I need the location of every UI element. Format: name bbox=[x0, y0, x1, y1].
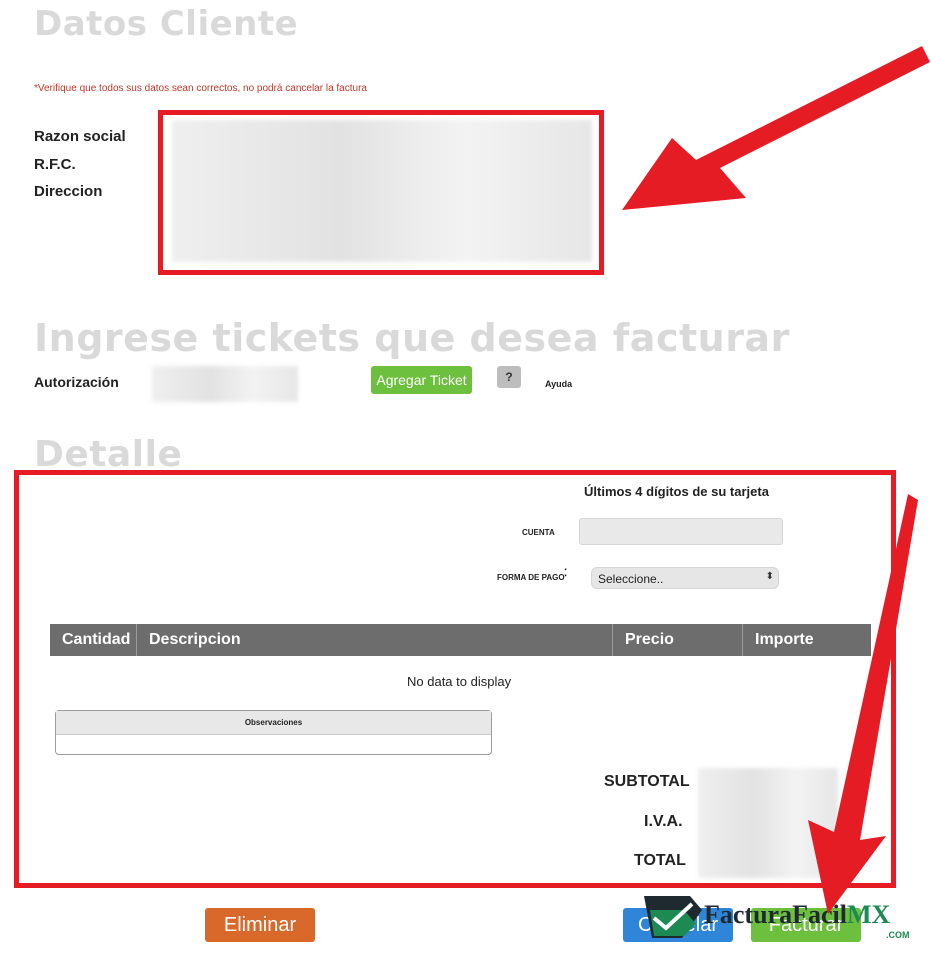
eliminar-button[interactable]: Eliminar bbox=[205, 908, 315, 942]
detalle-title: Detalle bbox=[34, 434, 183, 475]
client-data-highlight bbox=[158, 110, 604, 275]
datos-cliente-title: Datos Cliente bbox=[34, 4, 299, 44]
razon-social-label: Razon social bbox=[34, 128, 126, 145]
ayuda-label: Ayuda bbox=[545, 379, 573, 389]
brand-logo-icon bbox=[644, 896, 702, 938]
help-button[interactable]: ? bbox=[497, 366, 521, 388]
autorizacion-label: Autorización bbox=[34, 374, 119, 390]
tickets-title: Ingrese tickets que desea facturar bbox=[34, 316, 790, 360]
direccion-label: Direccion bbox=[34, 183, 103, 200]
rfc-label: R.F.C. bbox=[34, 156, 76, 173]
autorizacion-input[interactable] bbox=[152, 366, 298, 402]
brand-domain: .COM bbox=[886, 930, 910, 940]
detalle-highlight bbox=[14, 470, 896, 888]
arrow-down-icon bbox=[808, 494, 918, 914]
agregar-ticket-button[interactable]: Agregar Ticket bbox=[371, 366, 472, 394]
warning-text: *Verifique que todos sus datos sean corr… bbox=[34, 83, 367, 94]
arrow-top-right-icon bbox=[622, 46, 930, 210]
